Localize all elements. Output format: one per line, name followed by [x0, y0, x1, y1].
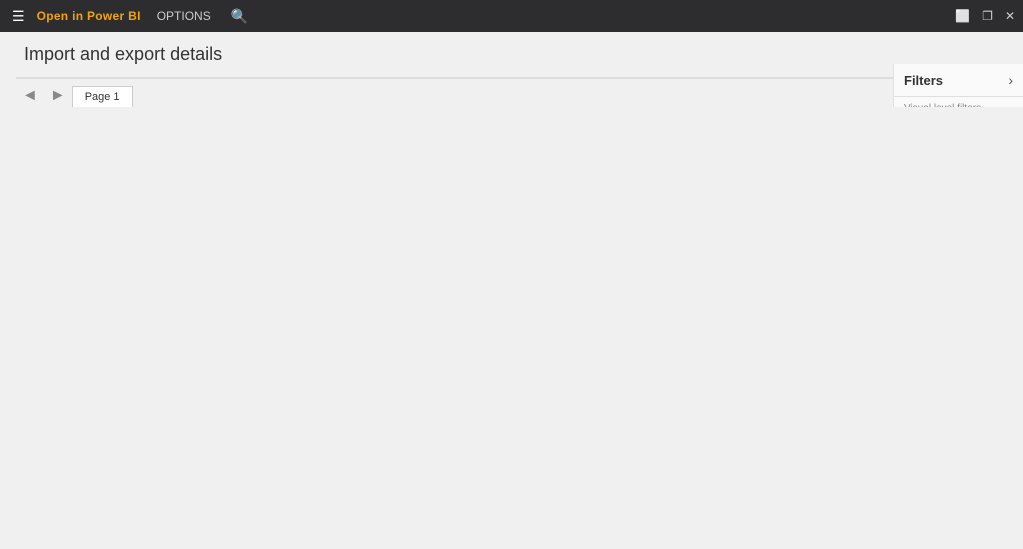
filter-section-label: Visual level filters [894, 97, 1023, 107]
page-title: Import and export details [16, 44, 893, 65]
window-controls: ⬜ ❐ ✕ [955, 9, 1015, 23]
prev-page-icon[interactable]: ◄ [16, 85, 44, 107]
visual-container[interactable]: Amount by CountryOrigin ⛶ ••• [16, 77, 893, 79]
hamburger-icon[interactable]: ☰ [8, 4, 29, 29]
close-icon[interactable]: ✕ [1005, 9, 1015, 23]
restore-icon[interactable]: ❐ [982, 9, 993, 23]
layout-wrapper: Import and export details Amount by Coun… [0, 32, 1023, 107]
content-row: Import and export details Amount by Coun… [0, 32, 1023, 107]
app-name: Open in Power BI [37, 9, 141, 23]
search-icon[interactable]: 🔍 [231, 8, 248, 25]
filter-panel: Filters › Visual level filters Activity(… [893, 64, 1023, 107]
filter-panel-arrow[interactable]: › [1008, 72, 1013, 88]
filter-panel-header: Filters › [894, 64, 1023, 97]
title-bar: ☰ Open in Power BI OPTIONS 🔍 ⬜ ❐ ✕ [0, 0, 1023, 32]
map-tooltip: COUNTRYORIGIN IT AMOUNT 1,500.00 [481, 78, 609, 79]
options-menu[interactable]: OPTIONS [157, 9, 211, 23]
tabs-row: ◄ ► Page 1 [16, 79, 893, 107]
report-area: Import and export details Amount by Coun… [0, 32, 893, 107]
minimize-icon[interactable]: ⬜ [955, 9, 970, 23]
page-tab-1[interactable]: Page 1 [72, 86, 133, 107]
next-page-icon[interactable]: ► [44, 85, 72, 107]
filter-panel-title: Filters [904, 73, 943, 88]
